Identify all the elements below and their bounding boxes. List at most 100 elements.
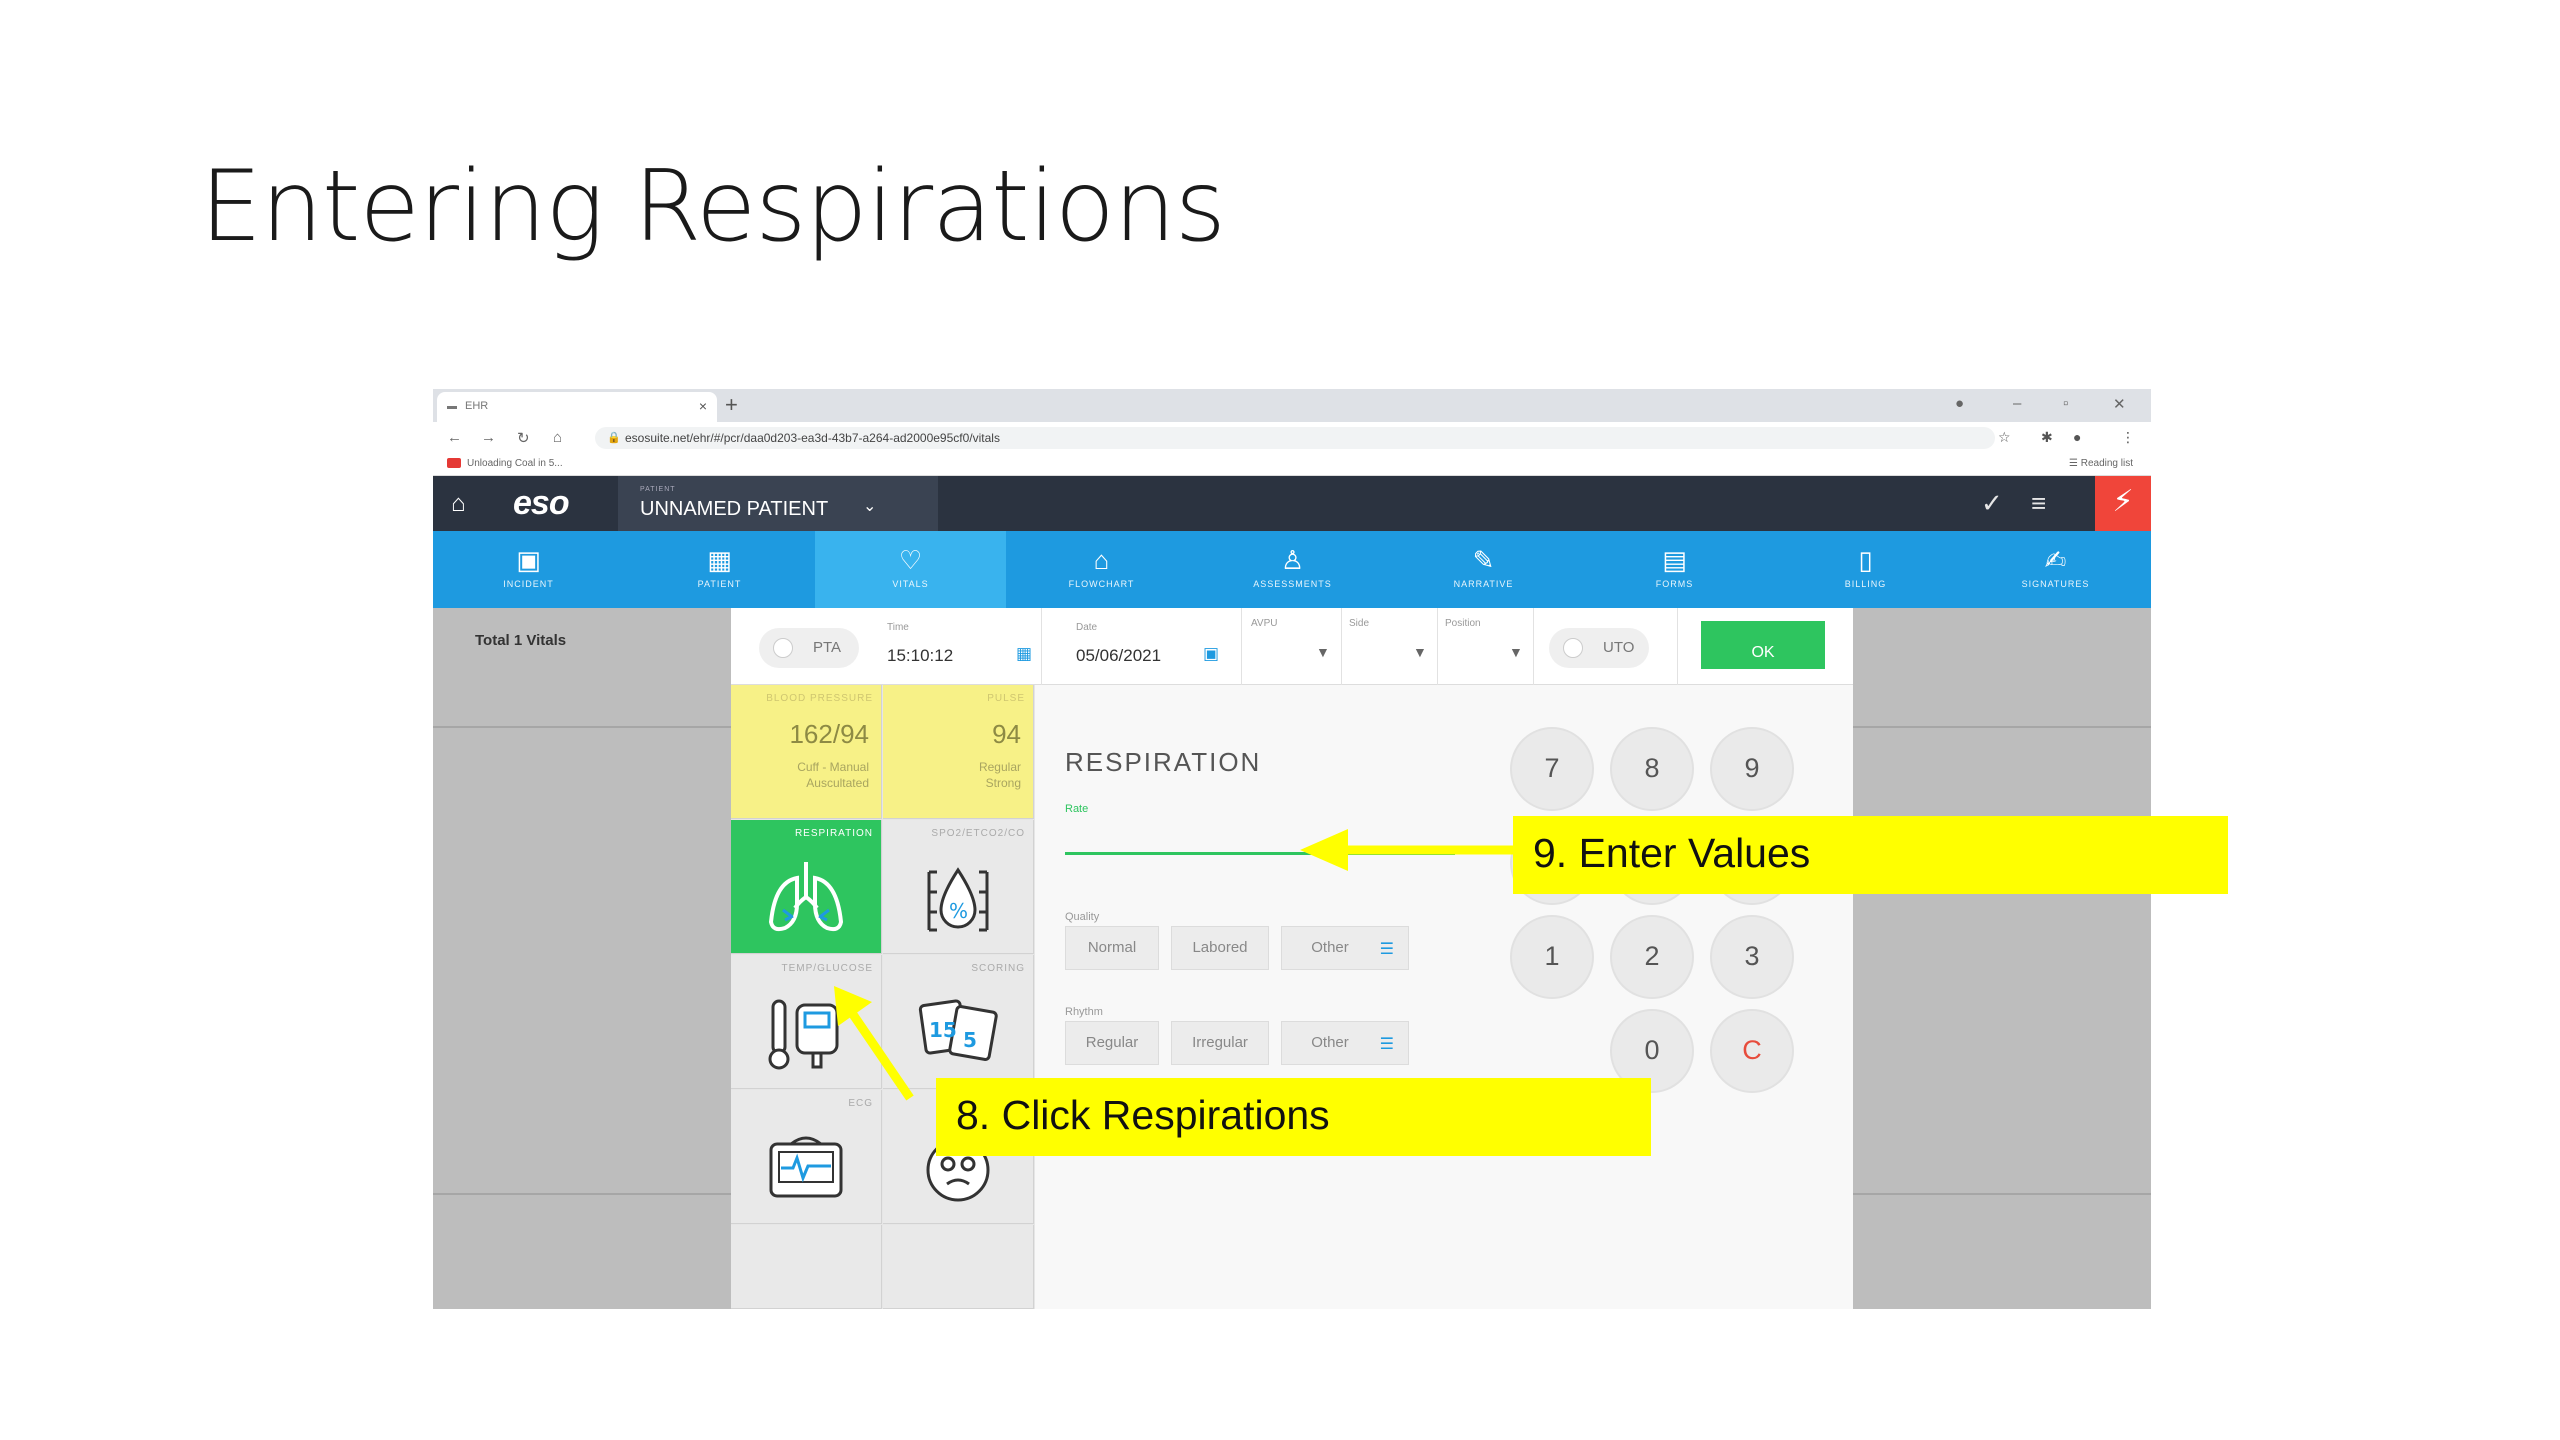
browser-tab[interactable]: EHR × (437, 392, 717, 422)
keypad-clear[interactable]: C (1710, 1009, 1794, 1093)
position-dropdown-arrow-icon[interactable]: ▼ (1509, 644, 1523, 660)
spo2-card[interactable]: SPO2/ETCO2/CO % (883, 820, 1034, 954)
menu-icon[interactable]: ≡ (2031, 488, 2046, 519)
svg-text:5: 5 (963, 1028, 977, 1052)
module-label: PATIENT (697, 579, 742, 589)
profile-icon[interactable]: ● (2073, 429, 2081, 445)
keypad-2[interactable]: 2 (1610, 915, 1694, 999)
pulse-card[interactable]: PULSE 94 Regular Strong (883, 685, 1034, 819)
empty-card (731, 1225, 882, 1309)
reading-list-label: Reading list (2080, 458, 2133, 469)
respiration-card[interactable]: RESPIRATION (731, 820, 882, 954)
rhythm-irregular-chip[interactable]: Irregular (1171, 1021, 1269, 1065)
url-field[interactable]: 🔒 esosuite.net/ehr/#/pcr/daa0d203-ea3d-4… (595, 427, 1995, 449)
ok-button[interactable]: OK (1701, 621, 1825, 669)
patient-name: UNNAMED PATIENT (640, 498, 829, 520)
reload-icon[interactable]: ↻ (517, 429, 530, 447)
close-window-icon[interactable]: ✕ (2113, 395, 2126, 413)
keypad-grid-icon[interactable]: ▦ (1016, 644, 1032, 664)
keypad-7[interactable]: 7 (1510, 727, 1594, 811)
bookmark-star-icon[interactable]: ☆ (1998, 429, 2011, 446)
date-field[interactable]: 05/06/2021 (1076, 646, 1161, 666)
narrative-icon: ✎ (1472, 545, 1495, 575)
separator (1437, 608, 1438, 685)
avpu-dropdown-arrow-icon[interactable]: ▼ (1316, 644, 1330, 660)
rhythm-regular-chip[interactable]: Regular (1065, 1021, 1159, 1065)
home-icon[interactable]: ⌂ (451, 490, 466, 518)
module-flowchart[interactable]: ⌂ FLOWCHART (1006, 531, 1197, 608)
bp-value: 162/94 (789, 719, 869, 749)
time-caption: Time (887, 622, 909, 633)
separator (1533, 608, 1534, 685)
card-caption: SCORING (971, 963, 1025, 974)
uto-toggle[interactable]: UTO (1549, 628, 1649, 668)
separator (1041, 608, 1042, 685)
keypad-1[interactable]: 1 (1510, 915, 1594, 999)
home-browser-icon[interactable]: ⌂ (553, 429, 562, 446)
maximize-icon[interactable]: ▫ (2063, 395, 2068, 412)
alert-button[interactable]: ⚡ (2095, 476, 2151, 531)
rhythm-other-chip[interactable]: Other ☰ (1281, 1021, 1409, 1065)
patient-icon: ▦ (707, 545, 732, 575)
tab-close-icon[interactable]: × (699, 398, 707, 414)
browser-menu-icon[interactable]: ⋮ (2121, 429, 2135, 446)
module-narrative[interactable]: ✎ NARRATIVE (1388, 531, 1579, 608)
lock-icon: 🔒 (607, 432, 621, 444)
check-circle-icon[interactable]: ✓ (1981, 488, 2003, 519)
bp-method: Cuff - Manual (797, 760, 869, 774)
pulse-detail: Regular Strong (979, 759, 1021, 791)
vitals-toolbar: PTA Time 15:10:12 ▦ Date 05/06/2021 ▣ AV… (731, 608, 1853, 685)
extensions-icon[interactable]: ✱ (2041, 429, 2053, 446)
pta-toggle[interactable]: PTA (759, 628, 859, 668)
forward-icon[interactable]: → (481, 429, 496, 446)
right-panel (1853, 608, 2151, 1309)
new-tab-icon[interactable]: + (725, 392, 738, 418)
side-dropdown-arrow-icon[interactable]: ▼ (1413, 644, 1427, 660)
eso-header: ⌂ eso PATIENT UNNAMED PATIENT ⌄ ✓ ≡ ⚡ (433, 476, 2151, 531)
blood-pressure-card[interactable]: BLOOD PRESSURE 162/94 Cuff - Manual Auscu… (731, 685, 882, 819)
calendar-icon[interactable]: ▣ (1203, 644, 1219, 664)
side-caption: Side (1349, 618, 1370, 629)
tab-label: EHR (465, 400, 489, 412)
oxygen-drop-icon: % (927, 867, 989, 932)
module-incident[interactable]: ▣ INCIDENT (433, 531, 624, 608)
patient-selector[interactable]: PATIENT UNNAMED PATIENT ⌄ (618, 476, 938, 531)
list-icon: ☰ (1379, 1036, 1394, 1053)
pta-label: PTA (813, 639, 842, 656)
module-assessments[interactable]: ♙ ASSESSMENTS (1197, 531, 1388, 608)
chevron-down-icon: ⌄ (863, 498, 877, 515)
reading-list[interactable]: ☰ Reading list (2069, 458, 2133, 469)
keypad-3[interactable]: 3 (1710, 915, 1794, 999)
module-patient[interactable]: ▦ PATIENT (624, 531, 815, 608)
quality-labored-chip[interactable]: Labored (1171, 926, 1269, 970)
module-billing[interactable]: ▯ BILLING (1770, 531, 1961, 608)
card-caption: PULSE (987, 693, 1025, 704)
extension-icon[interactable]: ● (1955, 395, 1964, 412)
separator (1677, 608, 1678, 685)
chip-label: Other (1311, 1034, 1349, 1051)
browser-tab-bar: EHR × + ● – ▫ ✕ (433, 389, 2151, 422)
toggle-knob (1563, 638, 1583, 658)
module-label: FORMS (1655, 579, 1694, 589)
module-label: BILLING (1844, 579, 1887, 589)
bookmarks-bar: Unloading Coal in 5... ☰ Reading list (433, 454, 2151, 476)
bookmark-label: Unloading Coal in 5... (467, 458, 563, 469)
bookmark-item[interactable]: Unloading Coal in 5... (447, 458, 563, 469)
module-label: SIGNATURES (2021, 579, 2090, 589)
module-label: ASSESSMENTS (1253, 579, 1332, 589)
back-icon[interactable]: ← (447, 429, 462, 446)
module-label: FLOWCHART (1068, 579, 1135, 589)
quality-other-chip[interactable]: Other ☰ (1281, 926, 1409, 970)
alert-icon: ⚡ (2112, 485, 2134, 518)
module-vitals[interactable]: ♡ VITALS (815, 531, 1006, 608)
keypad-8[interactable]: 8 (1610, 727, 1694, 811)
time-field[interactable]: 15:10:12 (887, 646, 953, 666)
minimize-icon[interactable]: – (2013, 395, 2021, 412)
module-signatures[interactable]: ✍ SIGNATURES (1960, 531, 2151, 608)
youtube-icon (447, 458, 461, 469)
keypad-9[interactable]: 9 (1710, 727, 1794, 811)
module-forms[interactable]: ▤ FORMS (1579, 531, 1770, 608)
card-caption: RESPIRATION (794, 828, 873, 839)
quality-normal-chip[interactable]: Normal (1065, 926, 1159, 970)
url-text: esosuite.net/ehr/#/pcr/daa0d203-ea3d-43b… (625, 431, 1000, 445)
